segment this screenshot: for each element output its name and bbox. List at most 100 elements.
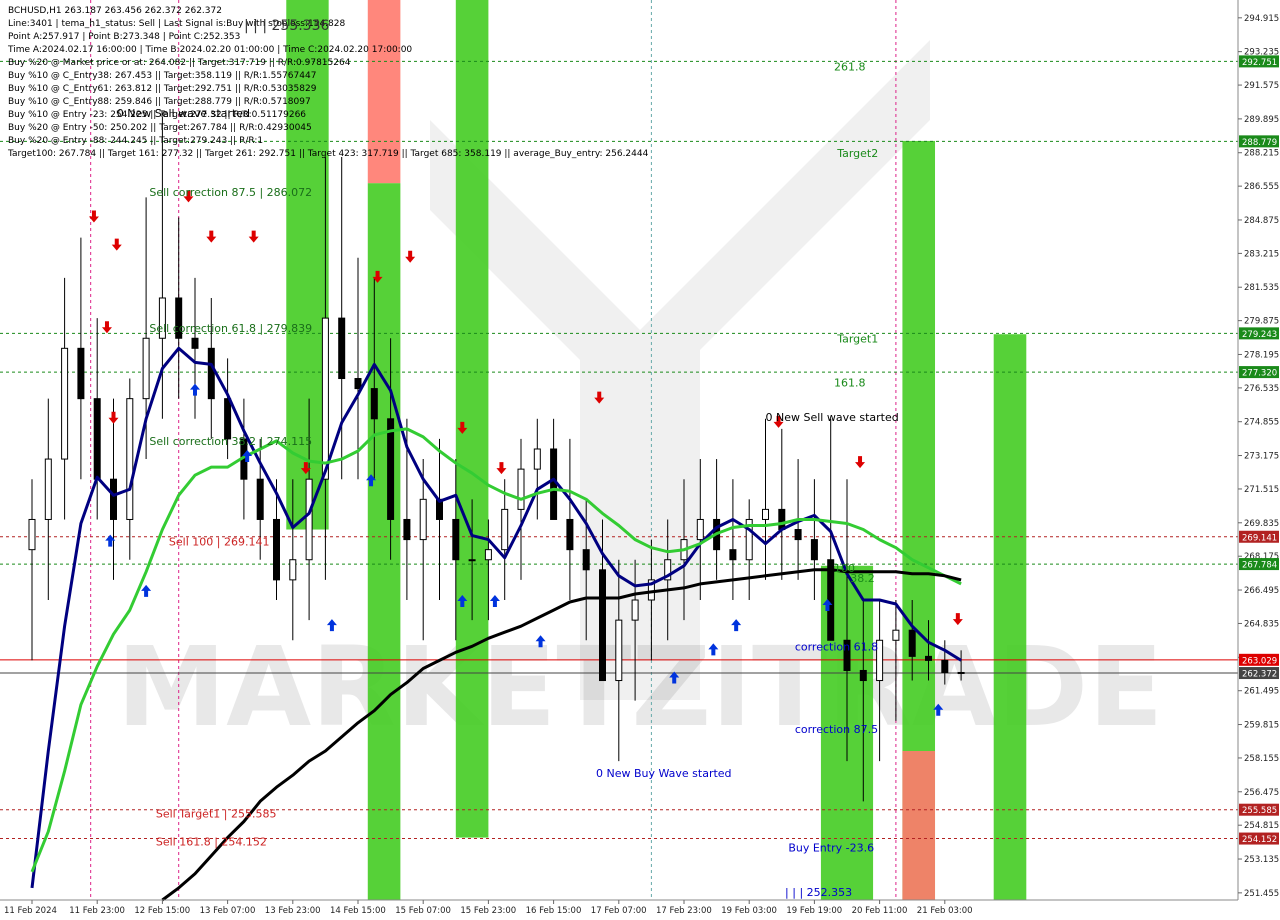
y-tick-label: 289.895 xyxy=(1244,115,1279,125)
x-tick-label: 16 Feb 15:00 xyxy=(526,906,582,916)
candle-body xyxy=(908,629,916,657)
annotation-label: Sell correction 87.5 | 286.072 xyxy=(149,186,312,199)
candle-body xyxy=(582,549,590,571)
candle-body xyxy=(696,518,704,541)
x-tick-label: 15 Feb 07:00 xyxy=(395,906,451,916)
info-line: Buy %20 @ Market price or at: 264.082 ||… xyxy=(8,58,351,68)
candle-body xyxy=(925,655,932,661)
annotation-label: Buy Entry -23.6 xyxy=(788,842,874,855)
info-line: Time A:2024.02.17 16:00:00 | Time B:2024… xyxy=(7,45,412,55)
candle-body xyxy=(631,599,639,621)
annotation-label: Sell 100 | 269.141 xyxy=(169,536,270,549)
candle-body xyxy=(517,468,525,510)
price-level-label: 263.029 xyxy=(1242,656,1277,666)
candle-body xyxy=(452,518,460,561)
candle-body xyxy=(273,518,280,581)
zone-band xyxy=(902,751,936,900)
zone-band xyxy=(367,183,401,900)
price-level-label: 277.320 xyxy=(1242,369,1277,379)
x-tick-label: 14 Feb 15:00 xyxy=(330,906,386,916)
y-tick-label: 288.215 xyxy=(1244,149,1279,159)
price-level-label: 292.751 xyxy=(1242,58,1277,68)
candle-body xyxy=(387,418,395,520)
annotation-label: Target2 xyxy=(836,147,878,160)
y-tick-label: 294.915 xyxy=(1244,14,1279,24)
candle-body xyxy=(28,518,36,551)
candle-body xyxy=(550,448,558,520)
candle-body xyxy=(44,458,52,520)
y-tick-label: 251.455 xyxy=(1244,889,1279,899)
info-line: Buy %20 @ Entry -88: 244.245 || Target:2… xyxy=(8,136,263,146)
info-line: Buy %10 @ C_Entry61: 263.812 || Target:2… xyxy=(8,84,317,94)
candle-body xyxy=(599,569,606,682)
candle-body xyxy=(892,629,900,641)
y-tick-label: 256.475 xyxy=(1244,788,1279,798)
candle-body xyxy=(419,498,427,541)
candle-body xyxy=(729,549,737,561)
zone-band xyxy=(993,334,1027,901)
annotation-label: Sell 161.8 | 254.152 xyxy=(156,836,267,849)
y-tick-label: 276.535 xyxy=(1244,384,1279,394)
annotation-label: 38.2 xyxy=(850,572,875,585)
y-tick-label: 279.875 xyxy=(1244,317,1279,327)
annotation-label: correction 87.5 xyxy=(795,723,878,736)
x-tick-label: 13 Feb 07:00 xyxy=(200,906,256,916)
price-chart: MARKETZITRADE Sell correction 87.5 | 286… xyxy=(0,0,1279,916)
y-tick-label: 254.815 xyxy=(1244,821,1279,831)
candle-body xyxy=(501,508,509,551)
annotation-label: 161.8 xyxy=(834,377,866,390)
candle-body xyxy=(810,539,818,561)
price-level-label: 279.243 xyxy=(1242,330,1277,340)
y-tick-label: 278.195 xyxy=(1244,350,1279,360)
y-tick-label: 258.155 xyxy=(1244,754,1279,764)
candle-body xyxy=(207,347,215,400)
candle-body xyxy=(142,337,150,400)
annotation-label: Sell correction 38.2 | 274.115 xyxy=(149,435,312,448)
annotation-label: Sell correction 61.8 | 279.839 xyxy=(149,322,312,335)
annotation-label: 261.8 xyxy=(834,60,866,73)
annotation-label: Target1 xyxy=(836,332,878,345)
candle-body xyxy=(126,398,134,520)
x-tick-label: 21 Feb 03:00 xyxy=(917,906,973,916)
candle-body xyxy=(289,559,297,581)
candle-body xyxy=(484,549,492,561)
price-level-label: 255.585 xyxy=(1242,806,1277,816)
candle-body xyxy=(794,529,802,541)
info-line: Buy %10 @ Entry -23: 254.225 || Target:2… xyxy=(8,110,306,120)
info-line: Point A:257.917 | Point B:273.348 | Poin… xyxy=(8,32,240,42)
y-tick-label: 266.495 xyxy=(1244,586,1279,596)
y-tick-label: 269.835 xyxy=(1244,519,1279,529)
candle-body xyxy=(615,619,623,682)
candle-body xyxy=(77,347,85,400)
info-line: Buy %20 @ Entry -50: 250.202 || Target:2… xyxy=(8,123,312,133)
candle-body xyxy=(321,317,329,480)
candle-body xyxy=(827,559,835,641)
annotation-label: | | | 252.353 xyxy=(785,886,852,899)
x-tick-label: 19 Feb 19:00 xyxy=(786,906,842,916)
candle-body xyxy=(224,398,232,440)
y-tick-label: 274.855 xyxy=(1244,418,1279,428)
candle-body xyxy=(93,398,101,480)
y-tick-label: 291.575 xyxy=(1244,81,1279,91)
candle-body xyxy=(778,508,786,531)
price-level-label: 254.152 xyxy=(1242,835,1277,845)
y-tick-label: 271.515 xyxy=(1244,485,1279,495)
y-tick-label: 253.135 xyxy=(1244,855,1279,865)
x-tick-label: 11 Feb 23:00 xyxy=(69,906,125,916)
x-tick-label: 20 Feb 11:00 xyxy=(852,906,908,916)
candle-body xyxy=(957,671,965,674)
y-tick-label: 281.535 xyxy=(1244,283,1279,293)
annotation-label: 0 New Buy Wave started xyxy=(596,767,732,780)
price-level-label: 267.784 xyxy=(1242,561,1277,571)
candle-body xyxy=(403,518,411,541)
candle-body xyxy=(941,659,949,673)
y-tick-label: 283.215 xyxy=(1244,249,1279,259)
overlay-stoploss-text: | | | 255.336 xyxy=(244,18,329,34)
y-tick-label: 284.875 xyxy=(1244,216,1279,226)
candle-body xyxy=(61,347,69,460)
x-tick-label: 17 Feb 07:00 xyxy=(591,906,647,916)
y-tick-label: 261.495 xyxy=(1244,687,1279,697)
candle-body xyxy=(468,559,476,562)
candle-body xyxy=(370,388,378,420)
candle-body xyxy=(110,478,117,520)
